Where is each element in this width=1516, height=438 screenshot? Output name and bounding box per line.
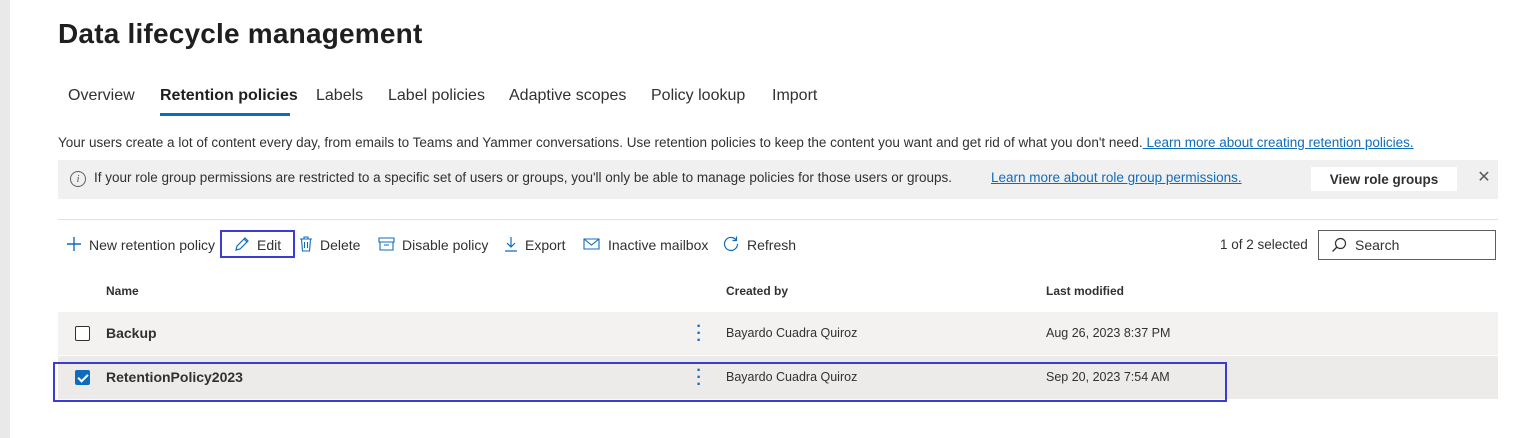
table-row[interactable]: Backup · · · Bayardo Cuadra Quiroz Aug 26,… (58, 312, 1498, 355)
tab-adaptive-scopes[interactable]: Adaptive scopes (509, 87, 626, 105)
tab-label-policies[interactable]: Label policies (388, 87, 485, 105)
archive-icon (378, 236, 395, 255)
column-header-created-by[interactable]: Created by (726, 284, 788, 298)
tab-bar: Overview Retention policies Labels Label… (58, 80, 858, 120)
tab-labels[interactable]: Labels (316, 87, 363, 105)
selection-count: 1 of 2 selected (1220, 237, 1308, 252)
export-label: Export (525, 237, 566, 253)
search-icon (1331, 237, 1347, 258)
refresh-label: Refresh (747, 237, 797, 253)
search-input[interactable] (1355, 237, 1485, 253)
row-highlight-box (53, 362, 1227, 402)
new-retention-policy-label: New retention policy (89, 237, 216, 253)
learn-more-role-group-link[interactable]: Learn more about role group permissions. (991, 170, 1242, 185)
export-button[interactable]: Export (504, 234, 565, 256)
info-icon: i (70, 171, 86, 187)
disable-policy-label: Disable policy (402, 237, 489, 253)
inactive-mailbox-label: Inactive mailbox (608, 237, 709, 253)
more-options-icon[interactable]: · · · (694, 319, 704, 349)
inactive-mailbox-button[interactable]: Inactive mailbox (583, 234, 708, 256)
tab-overview[interactable]: Overview (68, 87, 135, 105)
column-header-last-modified[interactable]: Last modified (1046, 284, 1124, 298)
disable-policy-button[interactable]: Disable policy (378, 234, 488, 256)
mail-icon (583, 236, 601, 255)
edit-button[interactable]: Edit (234, 234, 281, 256)
info-message-bar: i If your role group permissions are res… (58, 160, 1498, 199)
edit-label: Edit (257, 237, 282, 253)
new-retention-policy-button[interactable]: New retention policy (66, 234, 215, 256)
active-tab-indicator (160, 113, 290, 116)
view-role-groups-button[interactable]: View role groups (1311, 167, 1457, 191)
pencil-icon (234, 236, 250, 255)
page-description: Your users create a lot of content every… (58, 135, 1414, 150)
page-title: Data lifecycle management (58, 18, 423, 49)
row-name[interactable]: Backup (106, 325, 157, 341)
row-created-by: Bayardo Cuadra Quiroz (726, 326, 858, 340)
column-header-name[interactable]: Name (106, 284, 139, 298)
refresh-icon (722, 235, 740, 256)
delete-label: Delete (320, 237, 361, 253)
tab-policy-lookup[interactable]: Policy lookup (651, 87, 745, 105)
row-last-modified: Aug 26, 2023 8:37 PM (1046, 326, 1171, 340)
download-icon (504, 236, 518, 255)
plus-icon (66, 236, 82, 255)
learn-more-retention-link[interactable]: Learn more about creating retention poli… (1143, 135, 1413, 150)
search-box[interactable] (1318, 230, 1496, 260)
tab-import[interactable]: Import (772, 87, 817, 105)
info-text: If your role group permissions are restr… (94, 170, 953, 185)
refresh-button[interactable]: Refresh (722, 234, 796, 256)
trash-icon (299, 235, 313, 255)
close-icon[interactable]: ✕ (1476, 167, 1492, 186)
delete-button[interactable]: Delete (299, 234, 360, 256)
description-text: Your users create a lot of content every… (58, 135, 1143, 150)
tab-retention-policies[interactable]: Retention policies (160, 87, 298, 105)
divider (58, 219, 1498, 220)
left-edge-strip (0, 0, 10, 438)
row-checkbox[interactable] (75, 326, 90, 341)
